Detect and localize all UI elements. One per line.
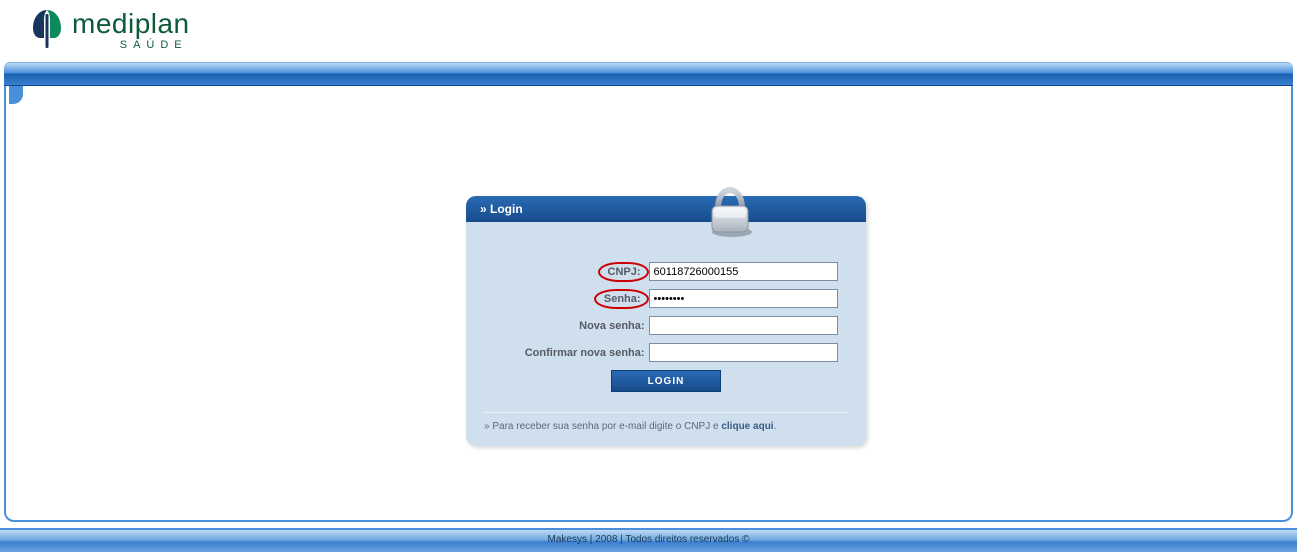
label-cnpj: CNPJ: bbox=[494, 265, 649, 279]
login-button[interactable]: LOGIN bbox=[611, 370, 721, 392]
brand-tagline: SAÚDE bbox=[72, 40, 190, 51]
brand-logo: mediplan SAÚDE bbox=[30, 8, 1297, 52]
header: mediplan SAÚDE bbox=[0, 0, 1297, 62]
senha-input[interactable] bbox=[649, 289, 838, 308]
content-area: » Login bbox=[4, 86, 1293, 522]
footer-rights: Todos direitos reservados © bbox=[625, 534, 749, 545]
footer-company: Makesys bbox=[548, 534, 587, 545]
label-cnpj-text: CNPJ: bbox=[604, 265, 645, 279]
label-senha: Senha: bbox=[494, 292, 649, 306]
row-nova-senha: Nova senha: bbox=[494, 316, 838, 335]
login-title: » Login bbox=[466, 196, 866, 222]
cnpj-input[interactable] bbox=[649, 262, 838, 281]
brand-name: mediplan bbox=[72, 10, 190, 38]
label-nova-senha: Nova senha: bbox=[494, 320, 649, 332]
footer-sep1: | bbox=[587, 534, 595, 545]
logo-icon bbox=[30, 8, 64, 52]
row-cnpj: CNPJ: bbox=[494, 262, 838, 281]
login-panel: » Login bbox=[466, 196, 866, 446]
help-prefix: » Para receber sua senha por e-mail digi… bbox=[484, 421, 721, 432]
top-navbar bbox=[4, 62, 1293, 86]
help-line: » Para receber sua senha por e-mail digi… bbox=[466, 413, 866, 446]
footer-year: 2008 bbox=[595, 534, 617, 545]
footer: Makesys | 2008 | Todos direitos reservad… bbox=[0, 528, 1297, 552]
label-confirmar-nova-senha: Confirmar nova senha: bbox=[494, 347, 649, 359]
login-form: CNPJ: Senha: Nova senha: Confirmar nova … bbox=[466, 222, 866, 406]
help-link[interactable]: clique aqui bbox=[721, 421, 773, 432]
row-confirmar-nova-senha: Confirmar nova senha: bbox=[494, 343, 838, 362]
label-senha-text: Senha: bbox=[600, 292, 645, 306]
row-senha: Senha: bbox=[494, 289, 838, 308]
confirmar-nova-senha-input[interactable] bbox=[649, 343, 838, 362]
lock-icon bbox=[702, 184, 756, 238]
help-suffix: . bbox=[774, 421, 777, 432]
logo-text: mediplan SAÚDE bbox=[72, 10, 190, 51]
login-title-text: » Login bbox=[480, 202, 523, 216]
nova-senha-input[interactable] bbox=[649, 316, 838, 335]
